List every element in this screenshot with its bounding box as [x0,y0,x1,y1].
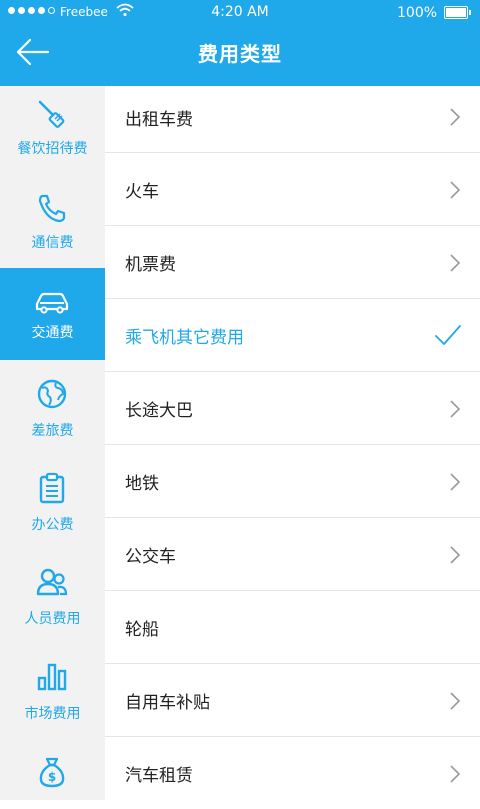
expense-type-list: 出租车费 火车 机票费 乘飞机其它费用 长途大巴 地铁 公交车 轮船 自用车补贴… [105,86,480,800]
app-header: Freebee 4:20 AM 100% 费用类型 [0,0,480,86]
list-item-label: 地铁 [125,474,159,494]
bar-chart-icon [37,663,67,691]
page-title: 费用类型 [198,42,282,66]
clipboard-icon [39,472,65,504]
list-item-selected[interactable]: 乘飞机其它费用 [105,299,480,372]
list-item-label: 机票费 [125,255,176,275]
list-item-label: 轮船 [125,620,159,640]
chevron-right-icon [450,765,460,783]
sidebar-item-travel[interactable]: 差旅费 [0,360,105,454]
chevron-right-icon [450,254,460,272]
sidebar-item-communication[interactable]: 通信费 [0,180,105,274]
battery-icon [444,6,471,19]
list-item-label: 汽车租赁 [125,766,193,786]
list-item-label: 自用车补贴 [125,693,210,713]
chevron-right-icon [450,546,460,564]
svg-text:$: $ [48,770,56,784]
sidebar-item-dining[interactable]: 餐饮招待费 [0,86,105,180]
sidebar-item-label: 办公费 [31,517,74,533]
list-item[interactable]: 火车 [105,153,480,226]
globe-icon [37,379,67,409]
people-icon [36,568,68,596]
list-item-label: 长途大巴 [125,401,193,421]
sidebar-item-marketing[interactable]: 市场费用 [0,642,105,736]
chevron-right-icon [450,473,460,491]
checkmark-icon [435,325,461,345]
list-item-label: 公交车 [125,547,176,567]
list-item[interactable]: 汽车租赁 [105,737,480,809]
battery-percent: 100% [397,5,438,21]
sidebar-item-personnel[interactable]: 人员费用 [0,548,105,642]
list-item-label: 火车 [125,182,159,202]
sidebar-item-label: 通信费 [31,235,74,251]
list-item[interactable]: 自用车补贴 [105,664,480,737]
sidebar-item-label: 人员费用 [24,611,81,627]
sidebar-item-label: 市场费用 [24,706,81,722]
sidebar-item-transport[interactable]: 交通费 [0,268,105,360]
chevron-right-icon [450,692,460,710]
money-bag-icon: $ [39,757,65,788]
list-item[interactable]: 机票费 [105,226,480,299]
sidebar-item-label: 餐饮招待费 [17,141,88,157]
list-item[interactable]: 地铁 [105,445,480,518]
status-bar: Freebee 4:20 AM 100% [0,0,480,26]
list-item[interactable]: 长途大巴 [105,372,480,445]
chevron-right-icon [450,181,460,199]
chevron-right-icon [450,108,460,126]
car-icon [35,292,69,314]
sidebar-item-label: 交通费 [31,325,74,341]
sidebar-item-office[interactable]: 办公费 [0,454,105,548]
list-item[interactable]: 出租车费 [105,86,480,153]
sidebar-item-label: 差旅费 [31,423,74,439]
list-item-label: 出租车费 [125,110,193,130]
list-item-label: 乘飞机其它费用 [125,328,244,348]
chevron-right-icon [450,400,460,418]
spatula-icon [38,100,65,128]
phone-icon [38,194,66,223]
category-sidebar: 餐饮招待费 通信费 交通费 差旅费 办公费 人员费用 市场费用 $ [0,86,105,800]
list-item[interactable]: 轮船 [105,591,480,664]
list-item[interactable]: 公交车 [105,518,480,591]
sidebar-item-money[interactable]: $ [0,736,105,800]
